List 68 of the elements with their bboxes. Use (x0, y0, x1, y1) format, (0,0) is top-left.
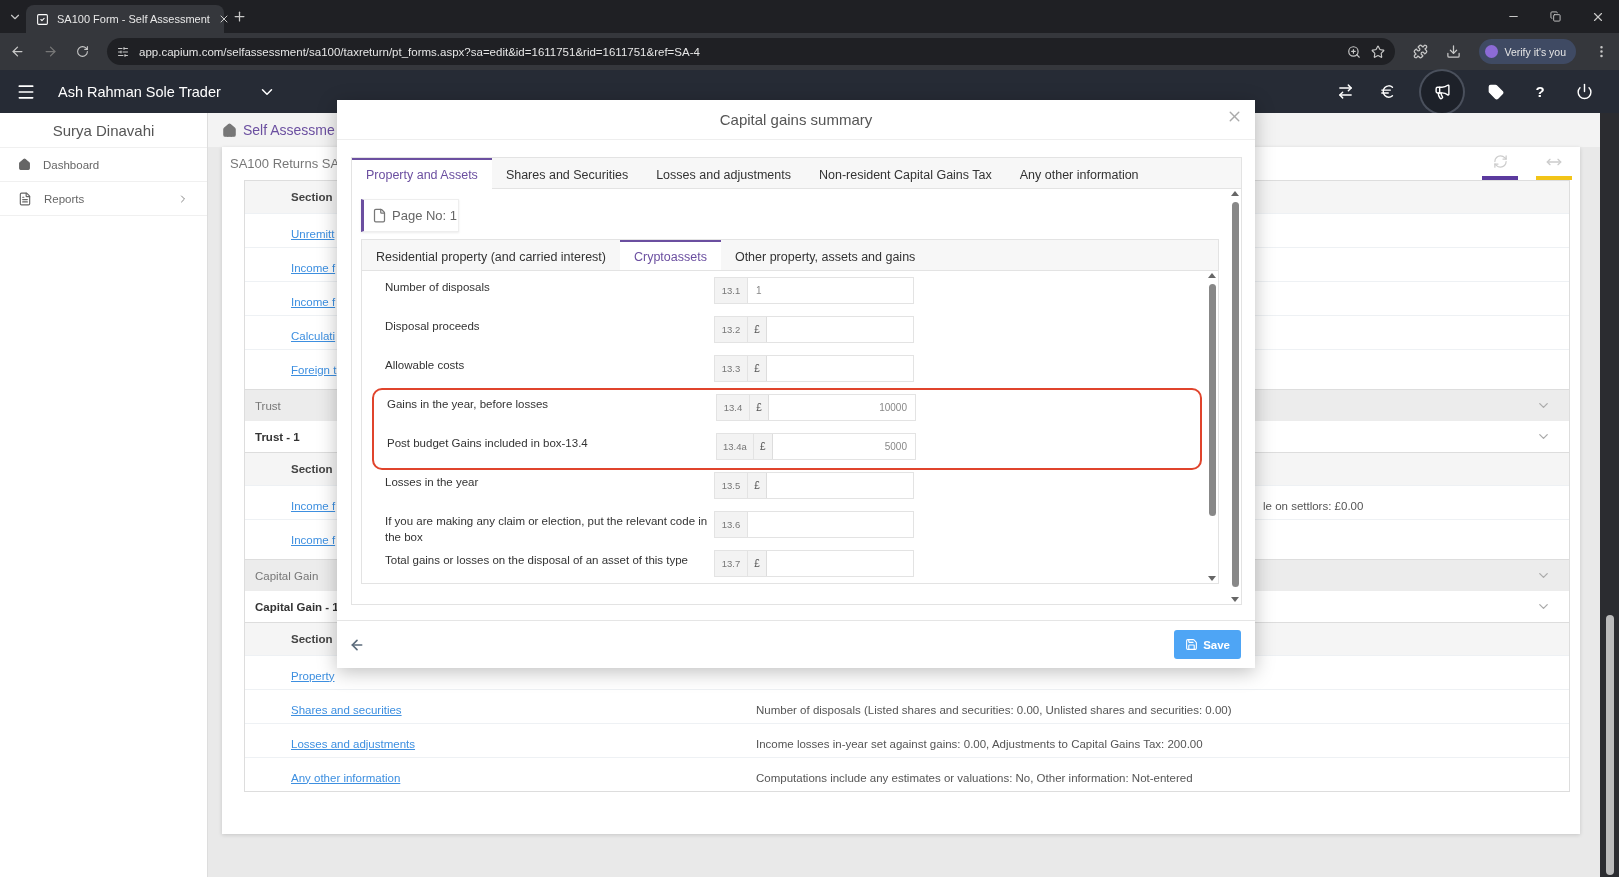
field-label: Disposal proceeds (384, 319, 481, 334)
field-label: Losses in the year (384, 475, 480, 490)
input-field[interactable]: 13.1 1 (714, 277, 914, 304)
section-link[interactable]: Property (291, 663, 756, 682)
avatar-icon (1485, 45, 1499, 58)
address-bar[interactable]: app.capium.com/selfassessment/sa100/taxreturn/pt_forms.aspx?sa=edit&id=1611751&rid=1611751&ref=SA-4 (107, 38, 1396, 65)
restore-icon[interactable] (1550, 11, 1561, 22)
dialog-title: Capital gains summary (719, 111, 873, 128)
megaphone-icon[interactable] (1421, 70, 1463, 113)
field-label: Allowable costs (384, 358, 466, 373)
tab[interactable]: Property and Assets (352, 158, 492, 189)
client-name: Ash Rahman Sole Trader (58, 83, 222, 100)
euro-icon[interactable] (1379, 83, 1396, 100)
profile-button[interactable]: Verify it's you (1479, 39, 1576, 64)
field-label: Gains in the year, before losses (386, 397, 550, 412)
reload-icon[interactable] (76, 45, 89, 58)
input-field[interactable]: 13.3 £ (714, 355, 914, 382)
column-header: Section (290, 463, 333, 475)
tab[interactable]: Losses and adjustments (642, 158, 805, 189)
column-header: Section (290, 633, 333, 645)
page-number-badge: Page No: 1 (361, 199, 459, 232)
section-summary: Number of disposals (Listed shares and securities: 0.00, Unlisted shares and securities: 0.00) (756, 702, 1232, 716)
save-icon (1185, 638, 1199, 651)
tab[interactable]: Any other information (1005, 158, 1153, 189)
section-link[interactable]: Losses and adjustments (291, 731, 756, 750)
checkbox-favicon-icon (36, 12, 49, 26)
section-summary: Income losses in-year set against gains: 0.00, Adjustments to Capital Gains Tax: 200.00 (756, 736, 1203, 750)
field-label: Post budget Gains included in box-13.4 (386, 436, 589, 451)
input-field[interactable]: 13.7 £ (714, 550, 914, 577)
section-summary: Computations include any estimates or valuations: No, Other information: Not-entered (756, 770, 1193, 784)
power-icon[interactable] (1576, 83, 1593, 100)
extensions-icon[interactable] (1413, 44, 1429, 59)
field-label: Total gains or losses on the disposal of an asset of this type (384, 553, 689, 568)
input-field[interactable]: 13.4 £ 10000 (716, 394, 916, 421)
document-icon (18, 191, 32, 206)
input-field[interactable]: 13.5 £ (714, 472, 914, 499)
back-icon[interactable] (10, 44, 25, 59)
section-summary: le on settlors: £0.00 (1262, 498, 1364, 512)
site-settings-icon[interactable] (117, 45, 129, 58)
help-button[interactable]: ? (1529, 83, 1551, 100)
field-label: Number of disposals (384, 280, 491, 295)
input-field[interactable]: 13.4a £ 5000 (716, 433, 916, 460)
bookmark-star-icon[interactable] (1371, 44, 1386, 59)
tab[interactable]: Residential property (and carried interest) (362, 240, 620, 271)
scrollbar-thumb[interactable] (1605, 615, 1614, 875)
user-name: Surya Dinavahi (0, 113, 207, 148)
section-link[interactable]: Shares and securities (291, 697, 756, 716)
field-label: If you are making any claim or election, put the relevant code in the box (384, 514, 709, 545)
home-icon (18, 158, 31, 171)
tab[interactable]: Non-resident Capital Gains Tax (805, 158, 1006, 189)
tag-icon[interactable] (1488, 83, 1504, 100)
input-field[interactable]: 13.6 (714, 511, 914, 538)
column-header: Section (290, 191, 333, 203)
new-tab-icon[interactable] (232, 9, 247, 24)
swap-arrows-icon[interactable] (1337, 83, 1354, 100)
zoom-icon[interactable] (1347, 44, 1362, 59)
section-link[interactable]: Any other information (291, 765, 756, 784)
tab[interactable]: Shares and Securities (491, 158, 643, 189)
sidebar-item[interactable]: Dashboard (0, 148, 207, 182)
home-icon (222, 122, 237, 138)
input-field[interactable]: 13.2 £ (714, 316, 914, 343)
forward-icon[interactable] (43, 44, 58, 59)
download-icon[interactable] (1446, 44, 1462, 59)
tab[interactable]: Other property, assets and gains (720, 240, 930, 271)
breadcrumb-link[interactable]: Self Assessme (243, 122, 335, 138)
page-icon (372, 208, 387, 223)
sidebar-item[interactable]: Reports (0, 182, 207, 216)
tab[interactable]: Cryptoassets (619, 240, 721, 271)
